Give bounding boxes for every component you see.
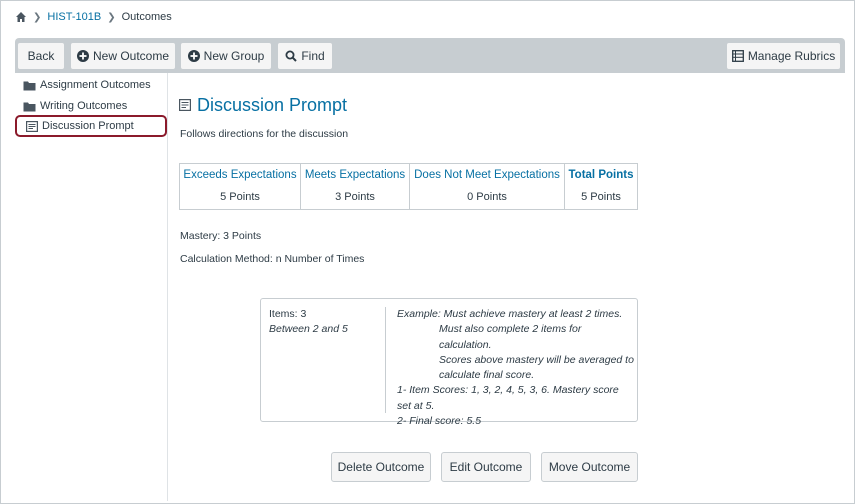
rating-description: Meets Expectations	[304, 169, 406, 181]
sidebar-item-label: Assignment Outcomes	[40, 79, 151, 91]
search-icon	[285, 50, 298, 62]
move-outcome-label: Move Outcome	[548, 460, 631, 474]
rating-cell: Does Not Meet Expectations 0 Points	[410, 164, 565, 209]
calculation-method: Calculation Method: n Number of Times	[180, 253, 365, 265]
total-points-label: Total Points	[568, 169, 634, 181]
example-line: calculate final score.	[439, 369, 535, 382]
total-points-value: 5 Points	[581, 191, 621, 203]
folder-icon	[23, 102, 36, 111]
divider	[385, 307, 386, 413]
outcome-icon	[26, 120, 38, 132]
rubric-icon	[731, 50, 744, 62]
new-group-button[interactable]: New Group	[180, 42, 272, 70]
example-item-scores: 1- Item Scores: 1, 3, 2, 4, 5, 3, 6. Mas…	[397, 384, 619, 412]
total-points-cell: Total Points 5 Points	[565, 164, 637, 209]
rating-points: 3 Points	[335, 191, 375, 203]
sidebar-item-discussion-prompt[interactable]: Discussion Prompt	[15, 115, 167, 137]
example-final-score: 2- Final score: 5.5	[397, 415, 482, 428]
rating-points: 0 Points	[467, 191, 507, 203]
home-icon[interactable]	[15, 11, 27, 23]
mastery-points: Mastery: 3 Points	[180, 230, 262, 242]
outcomes-toolbar: Back New Outcome New Group Find Manage R…	[15, 38, 845, 73]
rating-description: Exceeds Expectations	[183, 169, 297, 181]
example-line: Scores above mastery will be averaged to	[439, 353, 634, 366]
rating-points: 5 Points	[220, 191, 260, 203]
outcome-description: Follows directions for the discussion	[180, 128, 349, 140]
breadcrumb: ❯ HIST-101B ❯ Outcomes	[15, 9, 172, 25]
breadcrumb-course-link[interactable]: HIST-101B	[47, 11, 101, 23]
delete-outcome-label: Delete Outcome	[337, 460, 425, 474]
new-outcome-button[interactable]: New Outcome	[70, 42, 176, 70]
move-outcome-button[interactable]: Move Outcome	[541, 452, 638, 482]
back-button-label: Back	[27, 49, 55, 63]
outcome-icon	[179, 99, 191, 111]
breadcrumb-current: Outcomes	[121, 11, 172, 23]
plus-circle-icon	[76, 50, 89, 62]
manage-rubrics-label: Manage Rubrics	[747, 49, 836, 63]
calculation-example-box: Items: 3 Between 2 and 5 Example: Must a…	[260, 298, 638, 427]
rating-cell: Exceeds Expectations 5 Points	[180, 164, 301, 209]
sidebar-item-label: Writing Outcomes	[40, 100, 128, 112]
manage-rubrics-button[interactable]: Manage Rubrics	[726, 42, 841, 70]
plus-circle-icon	[187, 50, 200, 62]
new-outcome-label: New Outcome	[92, 49, 170, 63]
find-button[interactable]: Find	[277, 42, 333, 70]
outcome-header: Discussion Prompt	[179, 93, 347, 117]
rating-description: Does Not Meet Expectations	[414, 169, 560, 181]
ratings-table: Exceeds Expectations 5 Points Meets Expe…	[179, 163, 638, 210]
find-label: Find	[301, 49, 325, 63]
delete-outcome-button[interactable]: Delete Outcome	[331, 452, 431, 482]
app-frame: ❯ HIST-101B ❯ Outcomes Back New Outcome …	[0, 0, 855, 504]
example-line: Example: Must achieve mastery at least 2…	[397, 308, 623, 320]
calculation-range: Between 2 and 5	[269, 323, 348, 336]
sidebar-item-label: Discussion Prompt	[42, 120, 134, 132]
calculation-example: Example: Must achieve mastery at least 2…	[397, 307, 635, 429]
edit-outcome-label: Edit Outcome	[449, 460, 523, 474]
rating-cell: Meets Expectations 3 Points	[301, 164, 410, 209]
calculation-items: Items: 3	[269, 308, 307, 320]
example-line: Must also complete 2 items for calculati…	[439, 323, 582, 351]
folder-icon	[23, 81, 36, 90]
chevron-right-icon: ❯	[33, 11, 42, 23]
calculation-params: Items: 3 Between 2 and 5	[269, 307, 381, 338]
chevron-right-icon: ❯	[107, 11, 116, 23]
new-group-label: New Group	[203, 49, 265, 63]
sidebar-item-assignment-outcomes[interactable]: Assignment Outcomes	[23, 76, 151, 94]
page-title: Discussion Prompt	[197, 94, 348, 115]
back-button[interactable]: Back	[17, 42, 65, 70]
edit-outcome-button[interactable]: Edit Outcome	[441, 452, 531, 482]
outcomes-sidebar: Assignment Outcomes Writing Outcomes Dis…	[15, 73, 168, 501]
sidebar-item-writing-outcomes[interactable]: Writing Outcomes	[23, 97, 127, 115]
